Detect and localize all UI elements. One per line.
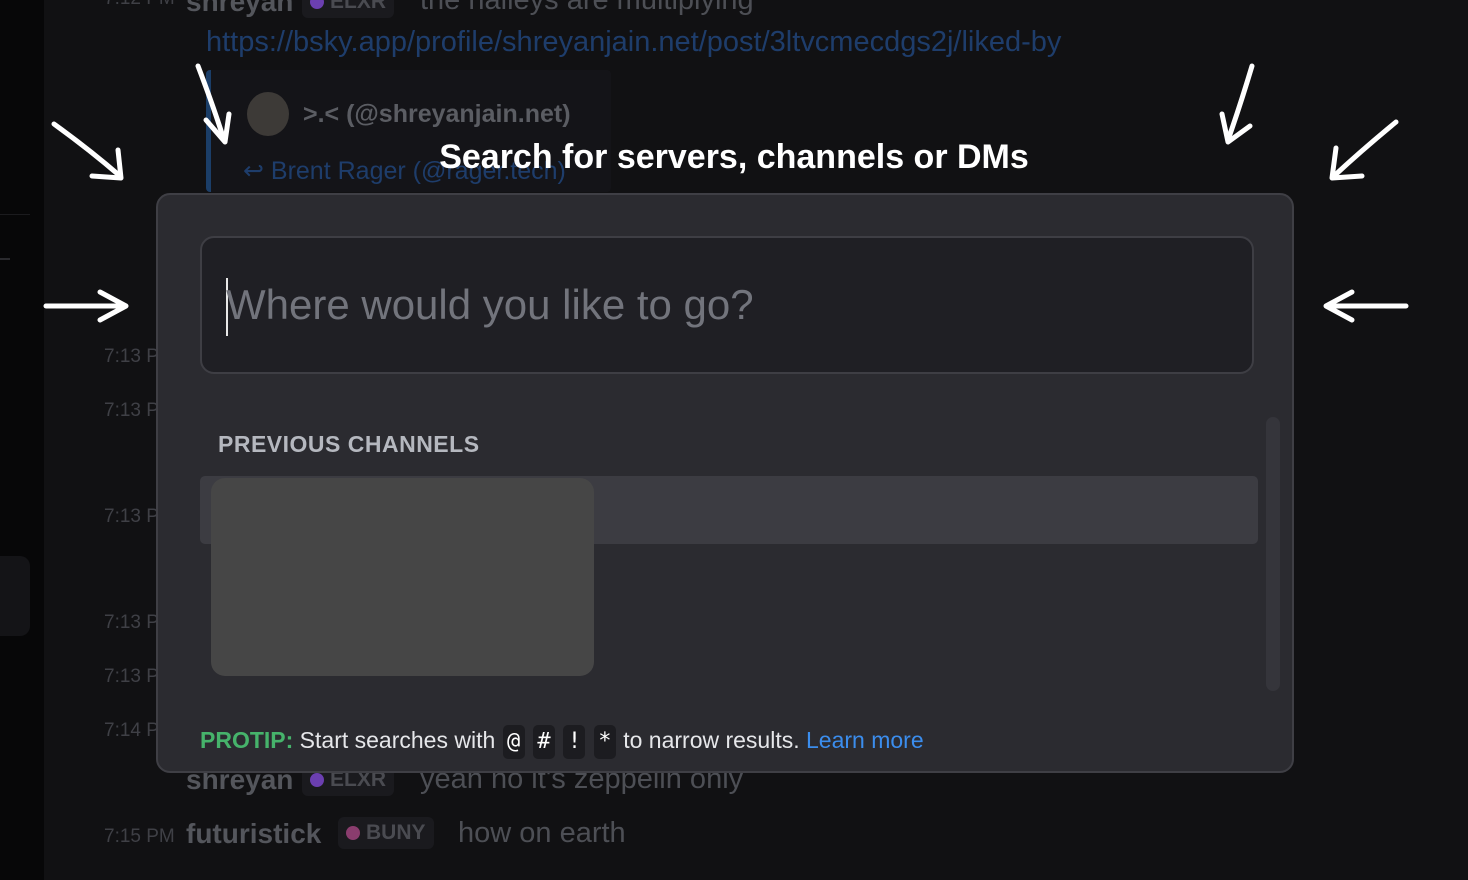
key-at: @ xyxy=(502,725,525,759)
key-bang: ! xyxy=(563,725,586,759)
message-username[interactable]: futuristick xyxy=(186,818,321,850)
key-hash: # xyxy=(533,725,556,759)
message-timestamp: 7:13 P xyxy=(104,612,159,633)
tag-icon xyxy=(310,773,324,787)
rail-divider-dash xyxy=(0,258,10,260)
message-text: how on earth xyxy=(458,817,626,849)
server-rail xyxy=(0,0,44,880)
message-timestamp: 7:12 PM xyxy=(104,0,175,10)
clan-tag-label: BUNY xyxy=(366,821,426,844)
protip-prefix: Start searches with xyxy=(299,727,496,754)
message-timestamp: 7:15 PM xyxy=(104,826,175,847)
learn-more-link[interactable]: Learn more xyxy=(806,727,924,753)
message-timestamp: 7:13 P xyxy=(104,666,159,687)
message-timestamp: 7:13 P xyxy=(104,346,159,367)
message-text: the halleys are multiplying xyxy=(420,0,754,16)
message-link[interactable]: https://bsky.app/profile/shreyanjain.net… xyxy=(206,26,1061,59)
search-box[interactable] xyxy=(200,236,1254,374)
clan-tag: ELXR xyxy=(302,0,395,18)
message-timestamp: 7:13 P xyxy=(104,506,159,527)
section-header: PREVIOUS CHANNELS xyxy=(218,431,480,457)
embed-avatar xyxy=(247,92,289,136)
scrollbar[interactable] xyxy=(1266,417,1280,691)
protip: PROTIP: Start searches with @ # ! * to n… xyxy=(200,725,924,759)
tag-icon xyxy=(310,0,324,9)
clan-tag: BUNY xyxy=(338,817,434,849)
search-input[interactable] xyxy=(224,238,1234,372)
embed-title: >.< (@shreyanjain.net) xyxy=(303,100,571,128)
protip-suffix: to narrow results. xyxy=(623,727,800,754)
clan-tag-label: ELXR xyxy=(330,0,387,13)
message-timestamp: 7:14 P xyxy=(104,720,159,741)
redacted-channel-block xyxy=(211,478,594,676)
quick-switcher-modal: PREVIOUS CHANNELS PROTIP: Start searches… xyxy=(156,193,1294,773)
annotation-title: Search for servers, channels or DMs xyxy=(439,138,1029,176)
message-timestamp: 7:13 P xyxy=(104,400,159,421)
key-star: * xyxy=(593,725,616,759)
tag-icon xyxy=(346,826,360,840)
rail-server-pill[interactable] xyxy=(0,556,30,636)
rail-divider xyxy=(0,214,30,215)
message-username[interactable]: shreyan xyxy=(186,0,293,18)
protip-label: PROTIP: xyxy=(200,727,294,754)
